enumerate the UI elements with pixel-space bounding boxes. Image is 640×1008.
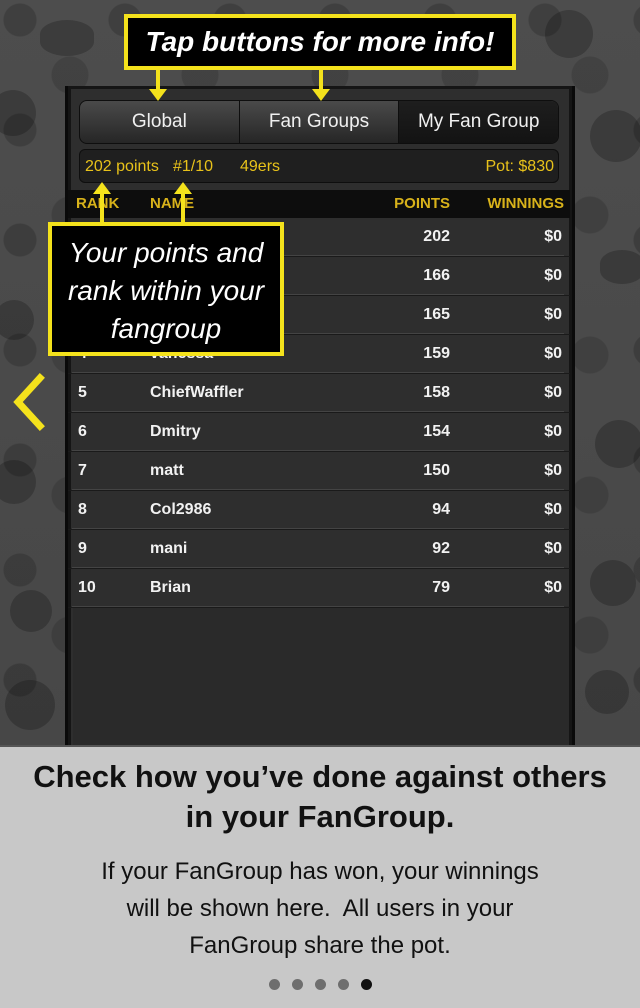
chevron-left-icon[interactable] <box>10 372 50 432</box>
screen-empty-area <box>73 606 569 745</box>
row-winnings: $0 <box>544 228 562 245</box>
table-row[interactable]: 9 mani 92 $0 <box>68 530 570 569</box>
tab-fan-groups[interactable]: Fan Groups <box>240 101 400 143</box>
row-rank: 8 <box>78 501 87 518</box>
tabs-tip-callout: Tap buttons for more info! <box>124 14 516 70</box>
tutorial-caption: Check how you’ve done against others in … <box>0 745 640 1008</box>
row-name: mani <box>150 540 188 557</box>
row-points: 158 <box>423 384 450 401</box>
caption-heading: Check how you’ve done against others in … <box>0 757 640 837</box>
caption-heading-line-1: Check how you’ve done against others <box>33 759 607 794</box>
row-name: Brian <box>150 579 191 596</box>
rank-tip-line-1: Your points and <box>68 237 264 268</box>
arrow-down-icon <box>149 89 167 101</box>
header-name: NAME <box>150 195 195 212</box>
row-points: 79 <box>432 579 450 596</box>
row-winnings: $0 <box>544 267 562 284</box>
user-points: 202 points <box>85 158 159 175</box>
caption-heading-line-2: in your FanGroup. <box>185 799 455 834</box>
page-dot[interactable] <box>337 979 349 990</box>
row-points: 165 <box>423 306 450 323</box>
row-name: ChiefWaffler <box>150 384 244 401</box>
row-winnings: $0 <box>544 345 562 362</box>
caption-body-line-1: If your FanGroup has won, your winnings <box>101 858 539 885</box>
table-header: RANK NAME POINTS WINNINGS <box>68 190 570 218</box>
row-winnings: $0 <box>544 501 562 518</box>
row-winnings: $0 <box>544 462 562 479</box>
row-name: Dmitry <box>150 423 201 440</box>
fangroup-info-bar: 202 points #1/10 49ers Pot: $830 <box>79 149 559 183</box>
row-winnings: $0 <box>544 384 562 401</box>
tab-global[interactable]: Global <box>80 101 240 143</box>
tip-arrow-line <box>156 70 160 90</box>
caption-body-line-3: FanGroup share the pot. <box>189 932 451 959</box>
arrow-up-icon <box>174 182 192 194</box>
row-points: 94 <box>432 501 450 518</box>
row-winnings: $0 <box>544 579 562 596</box>
arrow-down-icon <box>312 89 330 101</box>
row-name: Col2986 <box>150 501 212 518</box>
tip-arrow-line <box>319 70 323 90</box>
header-points: POINTS <box>394 195 450 212</box>
user-rank: #1/10 <box>173 158 214 175</box>
pot-amount: Pot: $830 <box>485 158 555 175</box>
tab-my-fan-group[interactable]: My Fan Group <box>399 101 558 143</box>
arrow-up-icon <box>93 182 111 194</box>
table-row[interactable]: 5 ChiefWaffler 158 $0 <box>68 374 570 413</box>
row-rank: 10 <box>78 579 96 596</box>
rank-tip-line-3: fangroup <box>110 313 222 344</box>
row-winnings: $0 <box>544 540 562 557</box>
table-row[interactable]: 8 Col2986 94 $0 <box>68 491 570 530</box>
page-indicator <box>0 979 640 990</box>
row-name: matt <box>150 462 184 479</box>
row-points: 159 <box>423 345 450 362</box>
page-dot[interactable] <box>314 979 326 990</box>
page-dot[interactable] <box>291 979 303 990</box>
row-points: 202 <box>423 228 450 245</box>
rank-arrow-line <box>100 194 104 222</box>
header-rank: RANK <box>76 195 120 212</box>
rank-arrow-line <box>181 194 185 222</box>
row-points: 166 <box>423 267 450 284</box>
row-rank: 5 <box>78 384 87 401</box>
segmented-tabs: Global Fan Groups My Fan Group <box>79 100 559 144</box>
row-points: 92 <box>432 540 450 557</box>
row-winnings: $0 <box>544 423 562 440</box>
table-row[interactable]: 6 Dmitry 154 $0 <box>68 413 570 452</box>
table-row[interactable]: 10 Brian 79 $0 <box>68 569 570 608</box>
row-winnings: $0 <box>544 306 562 323</box>
row-points: 150 <box>423 462 450 479</box>
page-dot-active[interactable] <box>360 979 372 990</box>
page-dot[interactable] <box>268 979 280 990</box>
rank-tip-line-2: rank within your <box>67 275 265 306</box>
team-name: 49ers <box>240 158 281 175</box>
row-rank: 7 <box>78 462 87 479</box>
row-rank: 6 <box>78 423 87 440</box>
caption-body: If your FanGroup has won, your winnings … <box>0 853 640 964</box>
caption-body-line-2: will be shown here. All users in your <box>126 895 514 922</box>
row-rank: 9 <box>78 540 87 557</box>
row-points: 154 <box>423 423 450 440</box>
rank-tip-callout: Your points and rank within your fangrou… <box>48 222 284 356</box>
header-winnings: WINNINGS <box>487 195 564 212</box>
table-row[interactable]: 7 matt 150 $0 <box>68 452 570 491</box>
